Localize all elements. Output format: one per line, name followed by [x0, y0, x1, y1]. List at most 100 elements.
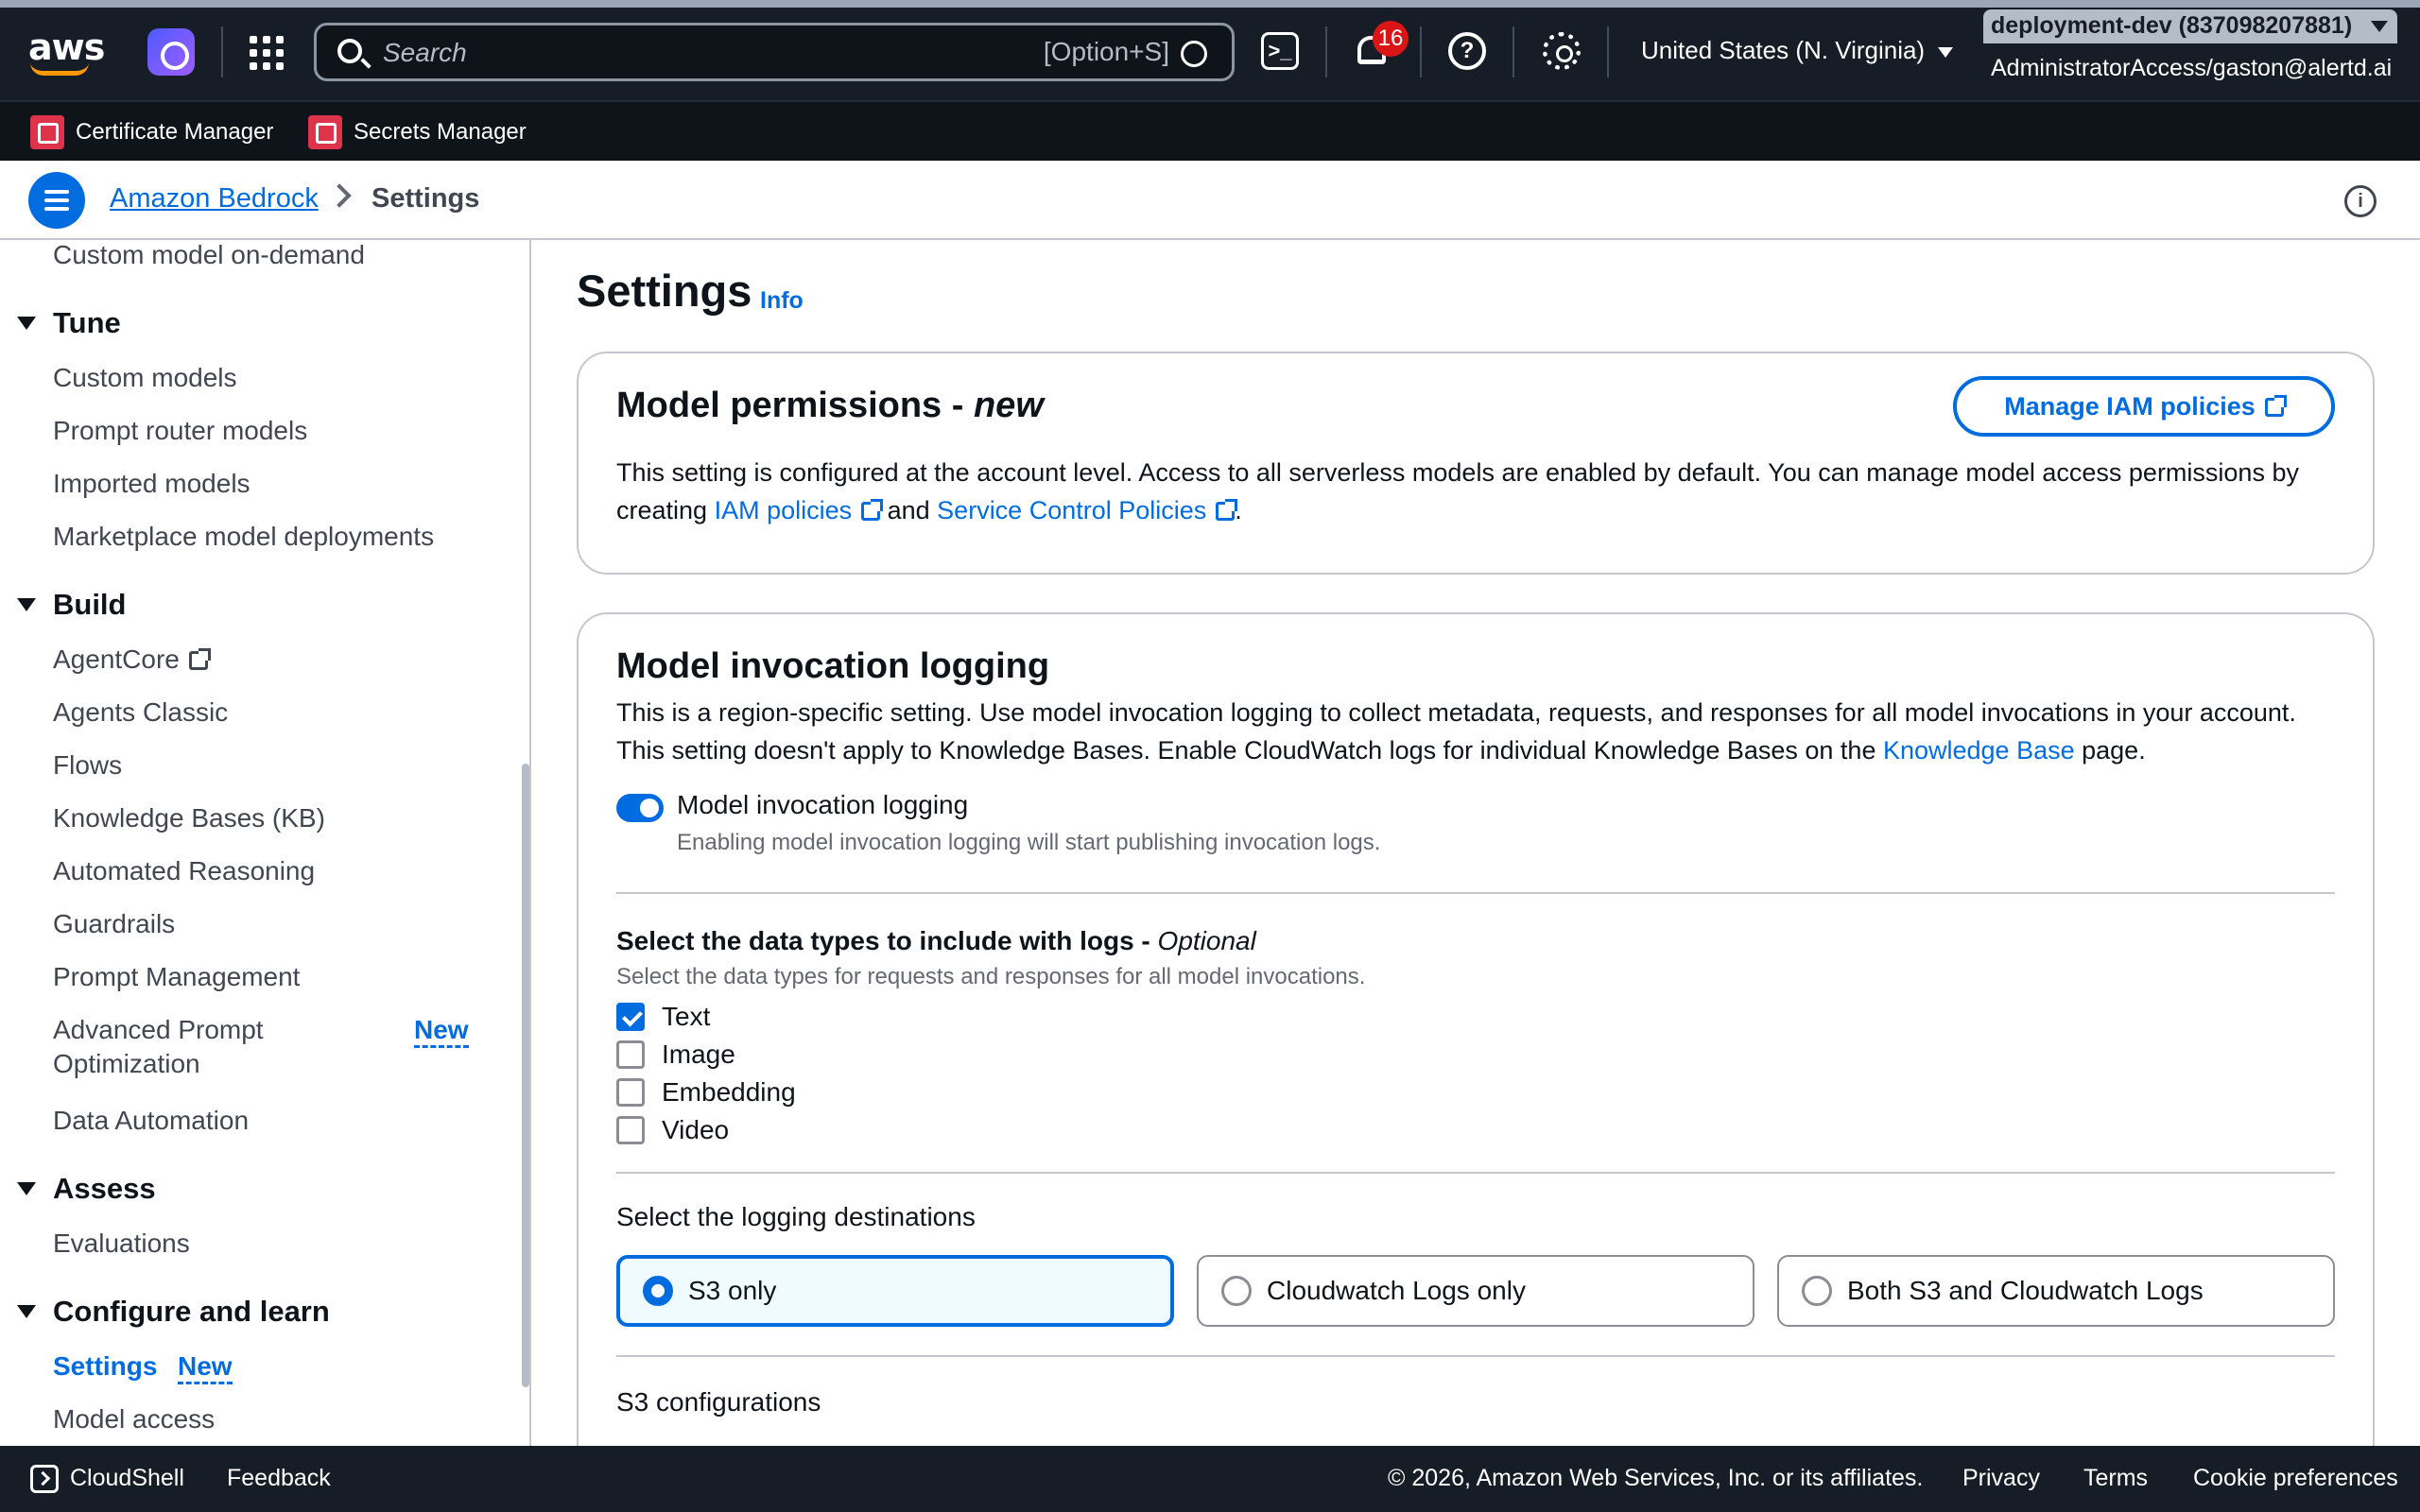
- cloudshell-icon[interactable]: >_: [1261, 32, 1299, 70]
- external-link-icon: [1216, 499, 1238, 521]
- knowledge-base-link[interactable]: Knowledge Base: [1883, 736, 2075, 765]
- radio-label: Cloudwatch Logs only: [1267, 1276, 1526, 1305]
- sidebar-item-imported-models[interactable]: Imported models: [53, 469, 251, 499]
- services-grid-icon[interactable]: [250, 36, 284, 70]
- radio-selected-icon[interactable]: [643, 1276, 673, 1306]
- top-strip: [0, 0, 2420, 8]
- checkbox-text[interactable]: Text: [616, 1002, 710, 1032]
- checkbox-embedding[interactable]: Embedding: [616, 1077, 796, 1108]
- sidebar-item-advanced-prompt-optimization[interactable]: Advanced Prompt Optimization: [53, 1015, 264, 1079]
- expanded-triangle-icon: [17, 598, 36, 611]
- manage-iam-policies-button[interactable]: Manage IAM policies: [1953, 376, 2335, 437]
- nav-divider: [1607, 26, 1609, 77]
- external-link-icon: [188, 648, 211, 670]
- checkbox-unchecked-icon[interactable]: [616, 1116, 645, 1144]
- footer-terms[interactable]: Terms: [2083, 1465, 2148, 1492]
- radio-unselected-icon[interactable]: [1802, 1276, 1832, 1306]
- aws-smile-icon: [30, 62, 89, 76]
- footer-privacy[interactable]: Privacy: [1962, 1465, 2040, 1492]
- menu-hamburger-icon[interactable]: [28, 172, 85, 229]
- sidebar-section-build[interactable]: Build: [17, 588, 127, 622]
- sidebar-item-flows[interactable]: Flows: [53, 750, 122, 781]
- sidebar-section-tune[interactable]: Tune: [17, 306, 121, 340]
- service-control-policies-link[interactable]: Service Control Policies: [937, 496, 1238, 524]
- region-selector[interactable]: United States (N. Virginia): [1641, 36, 1954, 65]
- checkbox-unchecked-icon[interactable]: [616, 1040, 645, 1069]
- sidebar-item-agentcore[interactable]: AgentCore: [53, 644, 211, 675]
- checkbox-checked-icon[interactable]: [616, 1003, 645, 1031]
- sidebar-item-prompt-router-models[interactable]: Prompt router models: [53, 416, 307, 446]
- sidebar-section-configure-and-learn[interactable]: Configure and learn: [17, 1295, 330, 1329]
- sidebar-item-data-automation[interactable]: Data Automation: [53, 1106, 249, 1136]
- logging-destinations-label: Select the logging destinations: [616, 1202, 976, 1231]
- new-badge[interactable]: New: [178, 1351, 233, 1384]
- divider: [616, 1172, 2335, 1174]
- caret-down-icon: [2371, 21, 2388, 32]
- nav-divider: [1512, 26, 1514, 77]
- notifications-badge: 16: [1373, 21, 1409, 57]
- account-menu[interactable]: deployment-dev (837098207881): [1983, 9, 2397, 43]
- footer-feedback[interactable]: Feedback: [227, 1465, 331, 1492]
- checkbox-label: Video: [662, 1115, 730, 1144]
- destination-s3-only[interactable]: S3 only: [616, 1255, 1174, 1327]
- region-label: United States (N. Virginia): [1641, 36, 1926, 64]
- footer-cloudshell[interactable]: CloudShell: [70, 1465, 184, 1492]
- certificate-manager-icon: [30, 115, 64, 149]
- new-badge[interactable]: New: [414, 1015, 469, 1048]
- amazon-q-icon[interactable]: [147, 28, 195, 76]
- model-invocation-logging-heading: Model invocation logging: [616, 646, 1050, 686]
- sidebar-item-evaluations[interactable]: Evaluations: [53, 1228, 190, 1259]
- sidebar-item-automated-reasoning[interactable]: Automated Reasoning: [53, 856, 315, 886]
- breadcrumb-bar: Amazon Bedrock Settings i: [0, 161, 2420, 240]
- main-content: Settings Info Model permissions - new Ma…: [533, 240, 2420, 1446]
- checkbox-unchecked-icon[interactable]: [616, 1078, 645, 1107]
- help-icon[interactable]: ?: [1448, 32, 1486, 70]
- search-input[interactable]: [383, 33, 950, 73]
- sidebar-item-knowledge-bases[interactable]: Knowledge Bases (KB): [53, 803, 325, 833]
- sidebar-item-agents-classic[interactable]: Agents Classic: [53, 697, 228, 728]
- nav-divider: [1420, 26, 1422, 77]
- caret-down-icon: [1938, 46, 1954, 58]
- page-title: Settings: [577, 266, 752, 316]
- checkbox-image[interactable]: Image: [616, 1040, 735, 1070]
- cloudshell-icon[interactable]: [30, 1465, 59, 1493]
- sidebar-scrollbar[interactable]: [522, 764, 529, 1387]
- sidebar-item-prompt-management[interactable]: Prompt Management: [53, 962, 300, 992]
- divider: [616, 1355, 2335, 1357]
- sidebar-item-custom-model-on-demand[interactable]: Custom model on-demand: [53, 240, 365, 270]
- sidebar-item-guardrails[interactable]: Guardrails: [53, 909, 175, 939]
- model-permissions-heading: Model permissions - new: [616, 386, 1044, 425]
- aws-logo-text: aws: [28, 26, 105, 68]
- search-icon: [337, 39, 362, 63]
- search-shortcut: [Option+S]: [1043, 37, 1169, 66]
- sidebar-item-label: AgentCore: [53, 644, 180, 674]
- section-label: Configure and learn: [53, 1295, 330, 1328]
- search-box[interactable]: [Option+S]: [314, 23, 1235, 81]
- favorite-secrets-manager[interactable]: Secrets Manager: [308, 115, 527, 149]
- aws-logo[interactable]: aws: [28, 26, 105, 76]
- sidebar-item-model-access[interactable]: Model access: [53, 1404, 215, 1435]
- destination-both[interactable]: Both S3 and Cloudwatch Logs: [1777, 1255, 2335, 1327]
- sidebar-item-custom-models[interactable]: Custom models: [53, 363, 237, 393]
- radio-unselected-icon[interactable]: [1221, 1276, 1252, 1306]
- sidebar-section-assess[interactable]: Assess: [17, 1172, 156, 1206]
- checkbox-label: Embedding: [662, 1077, 796, 1107]
- settings-gear-icon[interactable]: [1543, 32, 1581, 70]
- checkbox-video[interactable]: Video: [616, 1115, 729, 1145]
- breadcrumb-current: Settings: [372, 183, 480, 214]
- nav-divider: [1325, 26, 1327, 77]
- info-link[interactable]: Info: [760, 287, 804, 315]
- sidebar-item-marketplace-model-deployments[interactable]: Marketplace model deployments: [53, 522, 434, 552]
- breadcrumb-amazon-bedrock[interactable]: Amazon Bedrock: [110, 183, 319, 215]
- footer-cookie-preferences[interactable]: Cookie preferences: [2193, 1465, 2398, 1492]
- nav-divider: [221, 26, 223, 77]
- sidebar-item-settings[interactable]: Settings: [53, 1351, 157, 1382]
- expanded-triangle-icon: [17, 317, 36, 330]
- info-icon[interactable]: i: [2344, 185, 2377, 217]
- iam-policies-link[interactable]: IAM policies: [715, 496, 884, 524]
- favorite-certificate-manager[interactable]: Certificate Manager: [30, 115, 273, 149]
- section-label: Assess: [53, 1172, 156, 1205]
- model-invocation-logging-toggle[interactable]: [616, 794, 664, 822]
- amazon-q-search-icon[interactable]: [1181, 41, 1207, 67]
- destination-cloudwatch-only[interactable]: Cloudwatch Logs only: [1197, 1255, 1754, 1327]
